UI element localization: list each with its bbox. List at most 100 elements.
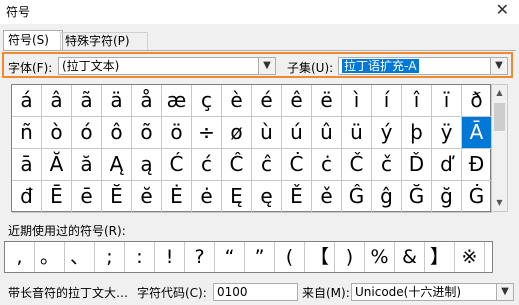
recent-symbol[interactable]: 】 — [425, 242, 455, 272]
symbol-cell[interactable]: ï — [432, 85, 462, 117]
symbol-cell[interactable]: Đ — [462, 149, 492, 181]
symbol-cell[interactable]: ò — [42, 117, 72, 149]
symbol-cell[interactable]: Ĕ — [102, 181, 132, 213]
font-select-value: (拉丁文本) — [62, 59, 120, 73]
subset-select-value: 拉丁语扩充-A — [342, 59, 419, 73]
recent-symbol[interactable]: % — [365, 242, 395, 272]
symbol-cell[interactable]: ã — [72, 85, 102, 117]
symbol-cell[interactable]: ď — [432, 149, 462, 181]
symbol-cell[interactable]: é — [252, 85, 282, 117]
symbol-cell[interactable]: Ĝ — [342, 181, 372, 213]
symbol-cell[interactable]: ä — [102, 85, 132, 117]
symbol-cell[interactable]: Ğ — [402, 181, 432, 213]
symbol-cell[interactable]: Ā — [462, 117, 492, 149]
symbol-cell[interactable]: ô — [102, 117, 132, 149]
recent-symbol[interactable]: 、 — [65, 242, 95, 272]
symbol-cell[interactable]: õ — [132, 117, 162, 149]
symbol-cell[interactable]: Ě — [282, 181, 312, 213]
symbol-cell[interactable]: ü — [342, 117, 372, 149]
recent-symbol[interactable]: ) — [335, 242, 365, 272]
symbol-cell[interactable]: Ą — [102, 149, 132, 181]
symbol-cell[interactable]: á — [12, 85, 42, 117]
tab-special-characters[interactable]: 特殊字符(P) — [60, 32, 148, 50]
recent-symbol[interactable]: ( — [275, 242, 305, 272]
symbol-cell[interactable]: ç — [192, 85, 222, 117]
symbol-cell[interactable]: Ġ — [462, 181, 492, 213]
symbol-cell[interactable]: ė — [192, 181, 222, 213]
symbol-cell[interactable]: ğ — [432, 181, 462, 213]
title-bar: 符号 ✕ — [0, 0, 519, 24]
symbol-cell[interactable]: Č — [342, 149, 372, 181]
symbol-cell[interactable]: í — [372, 85, 402, 117]
symbol-cell[interactable]: ó — [72, 117, 102, 149]
symbol-cell[interactable]: ę — [252, 181, 282, 213]
recent-symbol[interactable]: , — [5, 242, 35, 272]
symbol-cell[interactable]: Ė — [162, 181, 192, 213]
subset-select[interactable]: 拉丁语扩充-A ▼ — [338, 57, 508, 75]
symbol-cell[interactable]: đ — [12, 181, 42, 213]
symbol-cell[interactable]: ð — [462, 85, 492, 117]
chevron-down-icon[interactable]: ▼ — [496, 284, 513, 300]
symbol-cell[interactable]: ê — [282, 85, 312, 117]
recent-symbol[interactable]: “ — [215, 242, 245, 272]
symbol-cell[interactable]: Ď — [402, 149, 432, 181]
symbol-cell[interactable]: û — [312, 117, 342, 149]
recent-symbol[interactable]: 。 — [35, 242, 65, 272]
symbol-cell[interactable]: Ă — [42, 149, 72, 181]
symbol-cell[interactable]: ý — [372, 117, 402, 149]
symbol-cell[interactable]: ĝ — [372, 181, 402, 213]
symbol-cell[interactable]: ú — [282, 117, 312, 149]
symbol-cell[interactable]: Ċ — [282, 149, 312, 181]
symbol-cell[interactable]: ē — [72, 181, 102, 213]
symbol-cell[interactable]: æ — [162, 85, 192, 117]
symbol-cell[interactable]: ÷ — [192, 117, 222, 149]
recent-symbol[interactable]: & — [395, 242, 425, 272]
char-code-input[interactable]: 0100 — [213, 283, 298, 301]
symbol-cell[interactable]: Ĉ — [222, 149, 252, 181]
symbol-cell[interactable]: ă — [72, 149, 102, 181]
symbol-cell[interactable]: ö — [162, 117, 192, 149]
symbol-cell[interactable]: ą — [132, 149, 162, 181]
scroll-thumb[interactable] — [494, 103, 505, 131]
symbol-cell[interactable]: ĉ — [252, 149, 282, 181]
symbol-cell[interactable]: ø — [222, 117, 252, 149]
character-name: 带长音符的拉丁文大… — [8, 286, 129, 300]
chevron-down-icon[interactable]: ▼ — [258, 58, 275, 74]
tab-strip: 符号(S) 特殊字符(P) — [0, 30, 519, 51]
symbol-cell[interactable]: å — [132, 85, 162, 117]
recent-symbol[interactable]: : — [125, 242, 155, 272]
recent-symbol[interactable]: ; — [95, 242, 125, 272]
symbol-cell[interactable]: Ć — [162, 149, 192, 181]
symbol-cell[interactable]: Ę — [222, 181, 252, 213]
symbol-cell[interactable]: ì — [342, 85, 372, 117]
symbol-cell[interactable]: č — [372, 149, 402, 181]
symbol-cell[interactable]: ā — [12, 149, 42, 181]
symbol-cell[interactable]: þ — [402, 117, 432, 149]
symbol-cell[interactable]: ë — [312, 85, 342, 117]
symbol-cell[interactable]: ě — [312, 181, 342, 213]
grid-scrollbar[interactable]: ▲ ▼ — [491, 84, 508, 212]
symbol-cell[interactable]: ñ — [12, 117, 42, 149]
recent-symbol[interactable]: ※ — [455, 242, 485, 272]
symbol-grid: á â ã ä å æ ç è é ê ë ì í î ï ð ñ ò ó ô õ ö ÷ ø ù ú û ü ý þ ÿ Āā Ăă Ąą Ćć Ĉ… — [11, 84, 492, 213]
font-select[interactable]: (拉丁文本) ▼ — [58, 57, 276, 75]
scroll-up-icon[interactable]: ▲ — [492, 85, 507, 101]
symbol-cell[interactable]: è — [222, 85, 252, 117]
symbol-cell[interactable]: â — [42, 85, 72, 117]
symbol-cell[interactable]: Ē — [42, 181, 72, 213]
recent-symbol[interactable]: ? — [185, 242, 215, 272]
from-select[interactable]: Unicode(十六进制) ▼ — [351, 283, 514, 301]
tab-symbols[interactable]: 符号(S) — [3, 30, 63, 51]
symbol-cell[interactable]: ć — [192, 149, 222, 181]
recent-symbol[interactable]: 【 — [305, 242, 335, 272]
symbol-cell[interactable]: ÿ — [432, 117, 462, 149]
symbol-cell[interactable]: ċ — [312, 149, 342, 181]
symbol-cell[interactable]: î — [402, 85, 432, 117]
close-icon[interactable]: ✕ — [496, 0, 509, 19]
chevron-down-icon[interactable]: ▼ — [490, 58, 507, 74]
symbol-cell[interactable]: ĕ — [132, 181, 162, 213]
recent-symbol[interactable]: ! — [155, 242, 185, 272]
recent-symbol[interactable]: ” — [245, 242, 275, 272]
scroll-down-icon[interactable]: ▼ — [492, 195, 507, 211]
symbol-cell[interactable]: ù — [252, 117, 282, 149]
